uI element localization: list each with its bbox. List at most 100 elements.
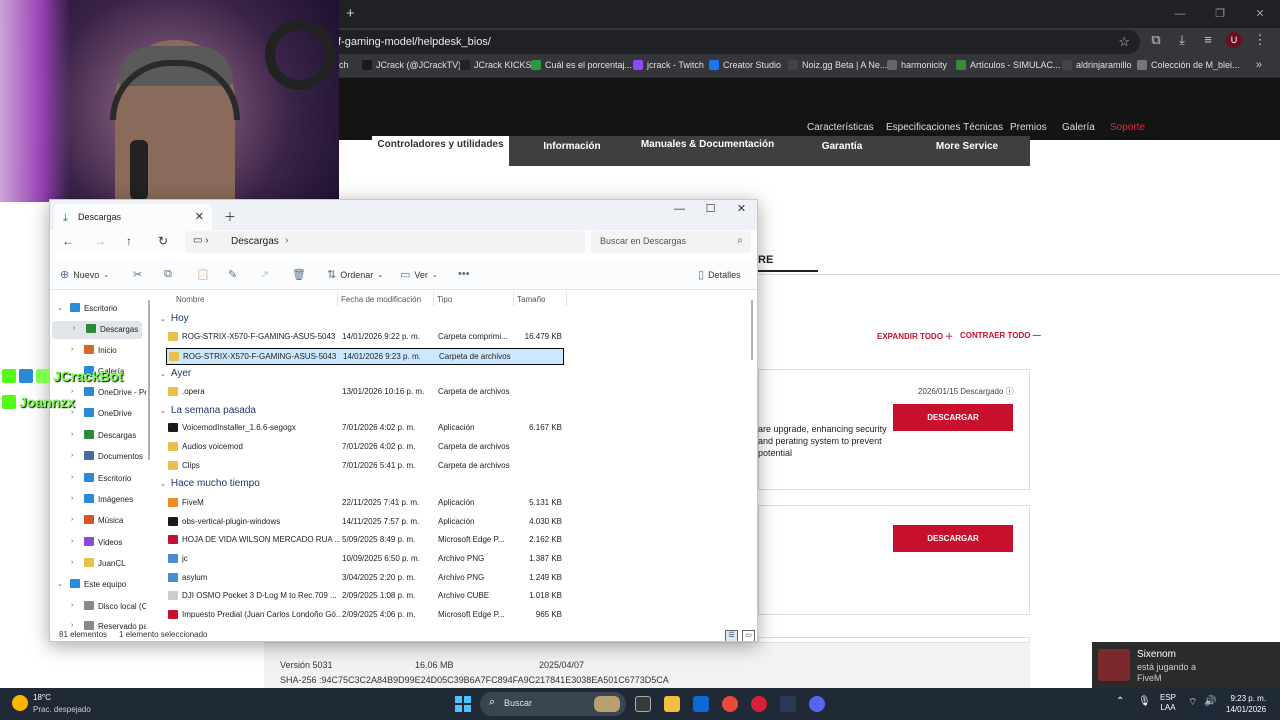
- back-arrow-icon[interactable]: ←: [62, 234, 74, 248]
- column-separator[interactable]: [513, 292, 514, 306]
- bookmark-item[interactable]: JCrack (@JCrackTV)...: [362, 60, 469, 70]
- nav-item[interactable]: ⌄ Escritorio: [50, 300, 146, 318]
- column-separator[interactable]: [337, 292, 338, 306]
- expand-caret-icon[interactable]: ›: [71, 559, 73, 566]
- expand-caret-icon[interactable]: ›: [71, 602, 73, 609]
- column-header-type[interactable]: Tipo: [437, 295, 452, 304]
- column-separator[interactable]: [433, 292, 434, 306]
- close-icon[interactable]: ✕: [726, 200, 757, 218]
- bookmark-item[interactable]: JCrack KICKS: [460, 60, 532, 70]
- wifi-icon[interactable]: ⌔: [1188, 696, 1197, 709]
- weather-desc[interactable]: Prac. despejado: [33, 705, 91, 714]
- file-row[interactable]: asylum 3/04/2025 2:20 p. m. Archivo PNG 1.2…: [166, 570, 564, 587]
- tab-manuals[interactable]: Manuales & Documentación: [635, 136, 780, 166]
- file-row[interactable]: VoicemodInstaller_1.6.6-segogx 7/01/2026 …: [166, 420, 564, 437]
- file-row[interactable]: FiveM 22/11/2025 7:41 p. m. Aplicación 5.13…: [166, 495, 564, 512]
- nav-link-features[interactable]: Características: [807, 122, 874, 133]
- task-view-icon[interactable]: [635, 696, 651, 712]
- group-header[interactable]: ⌄ La semana pasada: [160, 405, 256, 416]
- expand-caret-icon[interactable]: ›: [71, 538, 73, 545]
- bookmark-item[interactable]: Cuál es el porcentaj...: [531, 60, 632, 70]
- opera-icon[interactable]: [751, 696, 767, 712]
- view-button[interactable]: ▭ Ver ⌄: [400, 268, 438, 281]
- chrome-icon[interactable]: [722, 696, 738, 712]
- download-icon[interactable]: ⤓: [1174, 32, 1190, 48]
- expand-caret-icon[interactable]: ›: [73, 325, 75, 332]
- sort-button[interactable]: ⇅ Ordenar ⌄: [327, 268, 383, 281]
- chevron-right-icon[interactable]: ›: [285, 235, 288, 246]
- microphone-icon[interactable]: 🎙: [1138, 696, 1151, 707]
- nav-scrollbar[interactable]: [148, 300, 150, 460]
- nav-link-support[interactable]: Soporte: [1110, 122, 1145, 133]
- nav-link-awards[interactable]: Premios: [1010, 122, 1047, 133]
- nav-item[interactable]: › Documentos: [50, 448, 146, 466]
- expand-caret-icon[interactable]: ›: [71, 346, 73, 353]
- group-header[interactable]: ⌄ Hace mucho tiempo: [160, 478, 260, 489]
- column-separator[interactable]: [566, 292, 567, 306]
- breadcrumb[interactable]: Descargas: [231, 236, 279, 247]
- download-button-1[interactable]: DESCARGAR: [893, 404, 1013, 431]
- game-activity-notification[interactable]: Sixenom está jugando a FiveM: [1092, 642, 1280, 688]
- nav-item[interactable]: › JuanCL: [50, 555, 146, 573]
- expand-caret-icon[interactable]: ›: [71, 452, 73, 459]
- explorer-address-bar[interactable]: ▭ › Descargas ›: [185, 231, 585, 253]
- bookmark-item[interactable]: harmonicity: [887, 60, 947, 70]
- delete-icon[interactable]: 🗑: [292, 268, 306, 281]
- menu-kebab-icon[interactable]: ⋮: [1252, 32, 1268, 48]
- refresh-icon[interactable]: ↻: [158, 234, 168, 248]
- clock[interactable]: 9:23 p. m. 14/01/2026: [1226, 693, 1266, 715]
- tab-drivers[interactable]: Controladores y utilidades: [372, 136, 509, 166]
- file-row[interactable]: jc 10/09/2025 6:50 p. m. Archivo PNG 1.387 …: [166, 551, 564, 568]
- paste-icon[interactable]: 📋: [196, 268, 210, 281]
- file-row[interactable]: DJI OSMO Pocket 3 D-Log M to Rec.709 ...…: [166, 588, 564, 605]
- new-button[interactable]: ⊕ Nuevo ⌄: [60, 268, 109, 281]
- tiles-view-icon[interactable]: ▭: [742, 630, 755, 641]
- nav-link-gallery[interactable]: Galería: [1062, 122, 1095, 133]
- bookmark-item[interactable]: jcrack - Twitch: [633, 60, 704, 70]
- more-options-icon[interactable]: •••: [458, 268, 470, 280]
- tab-info[interactable]: Información: [509, 136, 635, 166]
- forward-arrow-icon[interactable]: →: [94, 234, 106, 248]
- expand-caret-icon[interactable]: ›: [71, 409, 73, 416]
- expand-caret-icon[interactable]: ›: [71, 495, 73, 502]
- column-header-name[interactable]: Nombre: [176, 295, 204, 304]
- expand-caret-icon[interactable]: ⌄: [57, 580, 63, 588]
- cut-icon[interactable]: ✂: [133, 268, 142, 281]
- tab-more-service[interactable]: More Service: [904, 136, 1030, 166]
- nav-item[interactable]: › Imágenes: [50, 491, 146, 509]
- extensions-icon[interactable]: ⧉: [1148, 32, 1164, 48]
- expand-caret-icon[interactable]: ›: [71, 516, 73, 523]
- collapse-all-button[interactable]: CONTRAER TODO —: [960, 331, 1041, 340]
- more-bookmarks-icon[interactable]: »: [1256, 59, 1262, 71]
- nav-item[interactable]: › Escritorio: [50, 470, 146, 488]
- profile-avatar-icon[interactable]: U: [1226, 32, 1242, 48]
- nav-item[interactable]: › Inicio: [50, 342, 146, 360]
- bookmark-item[interactable]: Artículos - SIMULAC...: [956, 60, 1061, 70]
- file-row[interactable]: Audios voicemod 7/01/2026 4:02 p. m. Carpe…: [166, 439, 564, 456]
- weather-temp[interactable]: 18°C: [33, 693, 51, 702]
- maximize-icon[interactable]: ☐: [695, 200, 726, 218]
- language-indicator[interactable]: ESP LAA: [1160, 693, 1176, 713]
- nav-item[interactable]: › Disco local (C: [50, 598, 146, 616]
- nav-item[interactable]: › Descargas: [50, 427, 146, 445]
- file-list-scrollbar[interactable]: [751, 300, 753, 360]
- steam-icon[interactable]: [780, 696, 796, 712]
- close-icon[interactable]: ✕: [1240, 0, 1280, 28]
- details-view-icon[interactable]: ☰: [725, 630, 738, 641]
- nav-item[interactable]: › Descargas: [52, 321, 142, 339]
- bookmark-item[interactable]: Noiz.gg Beta | A Ne...: [788, 60, 887, 70]
- nav-item[interactable]: › Videos: [50, 534, 146, 552]
- file-row[interactable]: ROG-STRIX-X570-F-GAMING-ASUS-5043 14/01/2…: [166, 348, 564, 365]
- file-row[interactable]: ROG-STRIX-X570-F-GAMING-ASUS-5043 14/01/2…: [166, 329, 564, 346]
- expand-caret-icon[interactable]: ›: [71, 622, 73, 629]
- share-icon[interactable]: ↗: [260, 268, 269, 281]
- file-row[interactable]: obs-vertical-plugin-windows 14/11/2025 7:…: [166, 514, 564, 531]
- discord-icon[interactable]: [809, 696, 825, 712]
- minimize-icon[interactable]: —: [1160, 0, 1200, 28]
- file-row[interactable]: HOJA DE VIDA WILSON MERCADO RUA ... 5/09/…: [166, 532, 564, 549]
- bookmark-item[interactable]: ch: [339, 60, 349, 70]
- taskbar-search[interactable]: ⌕ Buscar: [480, 692, 626, 716]
- copy-icon[interactable]: ⧉: [164, 268, 172, 281]
- explorer-tab[interactable]: ⤓ Descargas ✕: [54, 204, 212, 230]
- new-tab-icon[interactable]: ＋: [224, 208, 236, 225]
